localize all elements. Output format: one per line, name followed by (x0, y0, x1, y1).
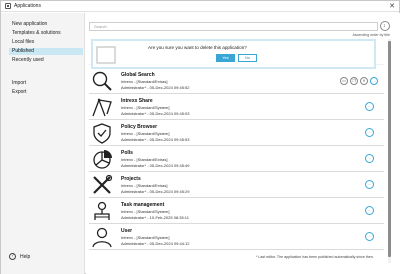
list-item[interactable]: Polls Intrexx - [Standard/Extras] Admini… (89, 146, 384, 172)
app-name: Task management (121, 202, 165, 208)
app-source: Intrexx - [Standard/System] (121, 105, 170, 110)
app-meta: Administrator* - 05-Dec-2024 09:45:29 (121, 189, 190, 194)
close-icon[interactable]: ✕ (389, 2, 395, 11)
confirm-yes-button[interactable]: Yes (216, 54, 235, 62)
app-name: User (121, 228, 133, 234)
help-link[interactable]: ? Help (9, 253, 30, 260)
more-icon[interactable]: … (365, 180, 374, 189)
sidebar-item-export[interactable]: Export (9, 89, 83, 96)
app-name: Policy Browser (121, 124, 158, 130)
search-placeholder: Search (94, 24, 107, 29)
more-icon[interactable]: … (365, 128, 374, 137)
sidebar-item-published[interactable]: Published (9, 48, 83, 55)
more-icon[interactable]: … (365, 206, 374, 215)
app-source: Intrexx - [Standard/Extras] (121, 157, 168, 162)
app-window-icon (5, 3, 11, 9)
app-name: Global Search (121, 72, 155, 78)
tools-icon (93, 174, 113, 194)
window-title: Applications (14, 3, 41, 9)
list-item[interactable]: Task management Intrexx - [Standard/Syst… (89, 198, 384, 224)
app-name: Intrexx Share (121, 98, 153, 104)
pie-chart-icon (93, 150, 112, 169)
search-input[interactable]: Search (89, 22, 378, 31)
app-meta: Administrator* - 05-Dec-2024 09:45:53 (121, 137, 190, 142)
sidebar-item-recently-used[interactable]: Recently used (9, 57, 83, 64)
list-item[interactable]: Intrexx Share Intrexx - [Standard/System… (89, 94, 384, 120)
tasks-icon (94, 201, 110, 220)
magnifier-icon (92, 71, 112, 91)
user-icon (92, 227, 112, 248)
sidebar-item-local-files[interactable]: Local files (9, 39, 83, 46)
scrollbar-thumb[interactable] (388, 41, 391, 257)
more-icon[interactable]: … (365, 232, 374, 241)
app-meta: Administrator* - 05-Dec-2024 09:45:49 (121, 163, 190, 168)
share-icon (92, 98, 112, 117)
sidebar-item-new-application[interactable]: New application (9, 21, 83, 28)
app-meta: Administrator* - 05-Dec-2024 09:44:12 (121, 241, 190, 246)
list-item[interactable]: Global Search Intrexx - [Standard/Extras… (89, 68, 384, 94)
shield-icon (93, 123, 111, 144)
app-meta: Administrator* - 05-Dec-2024 09:45:03 (121, 111, 190, 116)
app-name: Polls (121, 150, 133, 156)
delete-icon[interactable]: ✕ (360, 77, 368, 85)
copy-icon[interactable]: ❐ (350, 77, 358, 85)
app-meta: Administrator* - 05-Dec-2024 09:45:52 (121, 85, 190, 90)
applications-window: Applications ✕ New application Templates… (0, 0, 400, 274)
confirm-message: Are you sure you want to delete this app… (148, 45, 247, 50)
app-source: Intrexx - [Standard/Extras] (121, 79, 168, 84)
sidebar: New application Templates & solutions Lo… (1, 13, 85, 274)
list-item[interactable]: User Intrexx - [Standard/System] Adminis… (89, 224, 384, 250)
application-list: Global Search Intrexx - [Standard/Extras… (89, 39, 386, 263)
list-item[interactable]: Projects Intrexx - [Standard/Extras] Adm… (89, 172, 384, 198)
more-icon[interactable]: … (365, 154, 374, 163)
sort-button[interactable]: ↕ (380, 21, 390, 31)
help-icon: ? (9, 253, 16, 260)
sidebar-item-import[interactable]: Import (9, 80, 83, 87)
open-folder-icon[interactable]: ▭ (340, 77, 348, 85)
app-placeholder-icon (96, 46, 116, 64)
more-icon[interactable]: … (365, 102, 374, 111)
app-source: Intrexx - [Standard/System] (121, 209, 170, 214)
more-icon[interactable]: … (370, 77, 378, 85)
footnote: * Last editor. The application has been … (256, 255, 374, 259)
sidebar-item-templates[interactable]: Templates & solutions (9, 30, 83, 37)
app-source: Intrexx - [Standard/System] (121, 235, 170, 240)
list-item[interactable]: Policy Browser Intrexx - [Standard/Syste… (89, 120, 384, 146)
app-source: Intrexx - [Standard/System] (121, 131, 170, 136)
sort-label: Ascending order by title (352, 33, 390, 37)
title-bar: Applications ✕ (1, 1, 399, 12)
row-actions: ▭ ❐ ✕ … (340, 77, 378, 85)
confirm-no-button[interactable]: No (238, 54, 257, 62)
app-meta: Administrator* - 10-Feb-2025 08:35:11 (121, 215, 189, 220)
app-source: Intrexx - [Standard/Extras] (121, 183, 168, 188)
app-name: Projects (121, 176, 141, 182)
help-label: Help (20, 253, 31, 260)
sort-icon: ↕ (383, 23, 386, 29)
